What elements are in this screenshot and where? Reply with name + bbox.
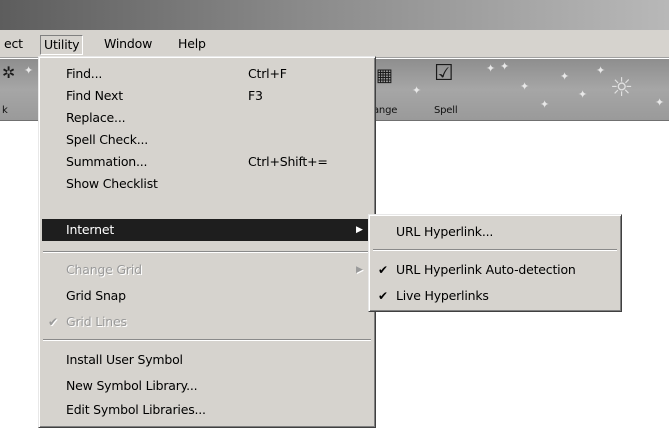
decor-star-icon: ✦ — [578, 88, 588, 101]
decor-star-icon: ✦ — [486, 62, 496, 75]
menu-separator — [373, 249, 617, 251]
menu-item-label: Edit Symbol Libraries... — [66, 402, 206, 417]
menu-item-label: Install User Symbol — [66, 352, 183, 367]
decor-star-icon: ✦ — [24, 64, 34, 77]
decor-star-icon: ✦ — [500, 60, 510, 73]
decor-star-icon: ✦ — [412, 84, 422, 97]
menu-bar: ect Utility Window Help — [0, 30, 669, 58]
change-button[interactable]: ▦ ange — [370, 59, 412, 119]
menu-item-summation[interactable]: Summation... Ctrl+Shift+= — [42, 151, 372, 173]
submenu-arrow-icon: ▶ — [356, 225, 363, 235]
menu-item-grid-lines[interactable]: ✔ Grid Lines — [42, 311, 372, 333]
menu-separator — [43, 251, 371, 253]
menu-utility[interactable]: Utility — [40, 35, 84, 55]
internet-submenu: URL Hyperlink... ✔ URL Hyperlink Auto-de… — [368, 214, 622, 312]
menu-item-label: Grid Snap — [66, 288, 126, 303]
submenu-arrow-icon: ▶ — [356, 265, 363, 275]
menu-item-label: URL Hyperlink... — [396, 224, 494, 239]
menu-item-label: Spell Check... — [66, 132, 149, 147]
menu-item-find-next[interactable]: Find Next F3 — [42, 85, 372, 107]
title-bar — [0, 0, 669, 30]
decor-star-icon: ✦ — [540, 98, 550, 111]
menu-item-label: Live Hyperlinks — [396, 288, 489, 303]
menu-item-spell-check[interactable]: Spell Check... — [42, 129, 372, 151]
menu-item-label: Find Next — [66, 88, 123, 103]
toolbar-partial-icon[interactable]: ✲ — [2, 63, 15, 82]
menu-item-change-grid[interactable]: Change Grid ▶ — [42, 259, 372, 281]
menu-separator — [43, 339, 371, 341]
menu-item-live-hyperlinks[interactable]: ✔ Live Hyperlinks — [372, 285, 618, 307]
spell-button-label: Spell — [434, 105, 458, 116]
menu-item-label: Replace... — [66, 110, 126, 125]
menu-item-label: URL Hyperlink Auto-detection — [396, 262, 576, 277]
menu-help[interactable]: Help — [174, 35, 210, 55]
menu-item-new-symbol-library[interactable]: New Symbol Library... — [42, 375, 372, 397]
menu-item-label: Grid Lines — [66, 314, 127, 329]
menu-item-label: Find... — [66, 66, 103, 81]
checkmark-icon: ✔ — [378, 263, 388, 277]
grid-change-icon: ▦ — [376, 65, 393, 86]
menu-item-replace[interactable]: Replace... — [42, 107, 372, 129]
checkmark-icon: ✔ — [48, 315, 58, 329]
menu-item-internet[interactable]: Internet ▶ — [42, 219, 372, 241]
utility-menu: Find... Ctrl+F Find Next F3 Replace... S… — [38, 56, 376, 428]
menu-window[interactable]: Window — [100, 35, 156, 55]
menu-item-find[interactable]: Find... Ctrl+F — [42, 63, 372, 85]
menu-item-edit-symbol-libraries[interactable]: Edit Symbol Libraries... — [42, 399, 372, 421]
change-button-label: ange — [373, 105, 398, 116]
menu-item-label: New Symbol Library... — [66, 378, 198, 393]
menu-item-label: Internet — [66, 222, 115, 237]
checkmark-icon: ✔ — [378, 289, 388, 303]
menu-item-label: Summation... — [66, 154, 148, 169]
menu-project[interactable]: ect — [0, 35, 27, 55]
shortcut-label: F3 — [248, 88, 263, 103]
decor-star-icon: ✦ — [560, 70, 570, 83]
decor-star-icon: ✦ — [520, 80, 530, 93]
menu-item-grid-snap[interactable]: Grid Snap — [42, 285, 372, 307]
menu-item-url-autodetect[interactable]: ✔ URL Hyperlink Auto-detection — [372, 259, 618, 281]
spell-button[interactable]: ☑ Spell — [430, 59, 470, 119]
decor-star-icon: ✦ — [596, 64, 606, 77]
toolbar-left-label: k — [2, 105, 8, 116]
spell-check-icon: ☑ — [434, 61, 454, 86]
decor-star-icon: ✦ — [655, 96, 665, 109]
lightbulb-icon: ☼ — [610, 73, 634, 103]
shortcut-label: Ctrl+Shift+= — [248, 154, 328, 169]
menu-item-label: Change Grid — [66, 262, 142, 277]
menu-item-install-user-symbol[interactable]: Install User Symbol — [42, 349, 372, 371]
menu-item-url-hyperlink[interactable]: URL Hyperlink... — [372, 221, 618, 243]
menu-item-show-checklist[interactable]: Show Checklist — [42, 173, 372, 195]
menu-item-label: Show Checklist — [66, 176, 158, 191]
shortcut-label: Ctrl+F — [248, 66, 287, 81]
